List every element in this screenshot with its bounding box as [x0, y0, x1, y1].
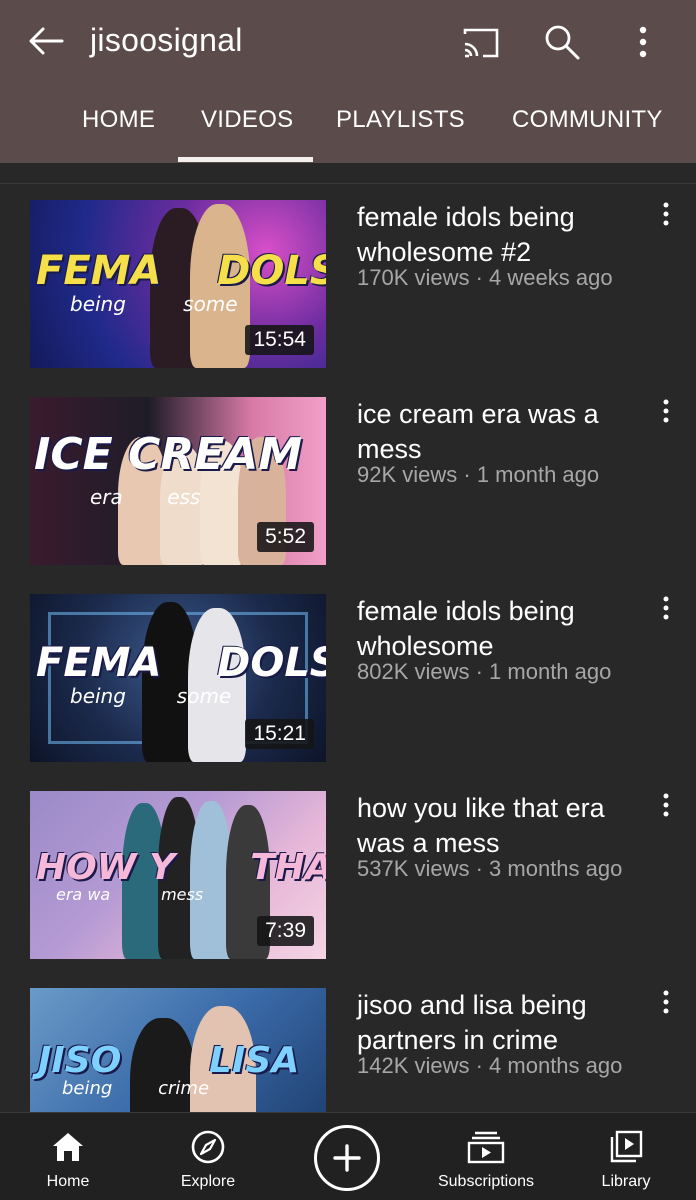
- thumbnail-subcaption: era ess: [90, 485, 201, 509]
- video-more-button[interactable]: [652, 793, 680, 829]
- more-vert-icon: [639, 26, 647, 58]
- search-button[interactable]: [537, 18, 587, 66]
- video-item[interactable]: JISO LISA being crime jisoo and lisa bei…: [0, 988, 696, 1112]
- nav-label: Subscriptions: [437, 1173, 535, 1190]
- video-title[interactable]: female idols being wholesome: [357, 594, 642, 664]
- home-icon: [53, 1133, 83, 1161]
- video-title[interactable]: female idols being wholesome #2: [357, 200, 642, 270]
- tab-home[interactable]: HOME: [82, 106, 155, 134]
- video-title[interactable]: jisoo and lisa being partners in crime: [357, 988, 642, 1058]
- video-item[interactable]: ICE CREAM era ess 5:52 ice cream era was…: [0, 397, 696, 577]
- search-icon: [545, 25, 580, 60]
- thumbnail-caption: JISO LISA: [38, 1040, 300, 1081]
- cast-button[interactable]: [456, 20, 506, 66]
- video-meta: 170K views · 4 weeks ago: [357, 265, 613, 290]
- nav-label: Explore: [180, 1173, 236, 1190]
- video-title[interactable]: ice cream era was a mess: [357, 397, 642, 467]
- video-item[interactable]: HOW Y THAT era wa mess 7:39 how you like…: [0, 791, 696, 971]
- more-vert-icon: [663, 990, 669, 1014]
- video-duration: 7:39: [257, 916, 314, 946]
- back-button[interactable]: [18, 18, 74, 64]
- tab-community[interactable]: COMMUNITY: [512, 106, 663, 134]
- video-thumbnail[interactable]: ICE CREAM era ess 5:52: [30, 397, 326, 565]
- create-plus-icon: [333, 1144, 361, 1172]
- tab-videos[interactable]: VIDEOS: [201, 106, 294, 134]
- channel-tabs: HOME VIDEOS PLAYLISTS COMMUNITY: [0, 94, 696, 163]
- thumbnail-caption: ICE CREAM: [34, 429, 303, 480]
- nav-subscriptions[interactable]: Subscriptions: [430, 1113, 542, 1200]
- video-item[interactable]: FEMA DOLS being some 15:21 female idols …: [0, 594, 696, 774]
- video-more-button[interactable]: [652, 399, 680, 435]
- library-icon: [610, 1130, 643, 1163]
- video-more-button[interactable]: [652, 596, 680, 632]
- video-duration: 5:52: [257, 522, 314, 552]
- more-vert-icon: [663, 399, 669, 423]
- back-arrow-icon: [29, 27, 64, 55]
- nav-label: Home: [46, 1173, 90, 1190]
- compass-icon: [191, 1130, 225, 1164]
- video-title[interactable]: how you like that era was a mess: [357, 791, 642, 861]
- thumbnail-subcaption: being some: [70, 292, 238, 316]
- nav-label: Library: [601, 1173, 651, 1190]
- thumbnail-caption: HOW Y THAT: [36, 847, 326, 888]
- video-thumbnail[interactable]: JISO LISA being crime: [30, 988, 326, 1112]
- video-meta: 92K views · 1 month ago: [357, 462, 600, 487]
- create-button[interactable]: [314, 1125, 380, 1191]
- channel-title: jisoosignal: [90, 22, 243, 58]
- subscriptions-icon: [467, 1131, 505, 1164]
- more-vert-icon: [663, 793, 669, 817]
- channel-header: jisoosignal HOME VIDEOS PLAYLISTS COMMUN…: [0, 0, 696, 163]
- video-more-button[interactable]: [652, 990, 680, 1026]
- video-thumbnail[interactable]: HOW Y THAT era wa mess 7:39: [30, 791, 326, 959]
- video-item[interactable]: FEMA DOLS being some 15:54 female idols …: [0, 200, 696, 380]
- video-duration: 15:54: [245, 325, 314, 355]
- more-vert-icon: [663, 202, 669, 226]
- video-meta: 142K views · 4 months ago: [357, 1053, 623, 1078]
- video-more-button[interactable]: [652, 202, 680, 238]
- tab-playlists[interactable]: PLAYLISTS: [336, 106, 465, 134]
- thumbnail-caption: FEMA DOLS: [36, 640, 326, 686]
- nav-home[interactable]: Home: [28, 1113, 108, 1200]
- thumbnail-caption: FEMA DOLS: [36, 248, 326, 294]
- video-duration: 15:21: [245, 719, 314, 749]
- selected-tab-indicator: [178, 157, 313, 162]
- top-app-bar: jisoosignal: [0, 0, 696, 84]
- video-meta: 537K views · 3 months ago: [357, 856, 623, 881]
- nav-explore[interactable]: Explore: [168, 1113, 248, 1200]
- more-options-button[interactable]: [620, 18, 666, 66]
- divider: [0, 183, 696, 184]
- thumbnail-subcaption: being some: [70, 684, 232, 708]
- more-vert-icon: [663, 596, 669, 620]
- video-thumbnail[interactable]: FEMA DOLS being some 15:54: [30, 200, 326, 368]
- video-thumbnail[interactable]: FEMA DOLS being some 15:21: [30, 594, 326, 762]
- thumbnail-subcaption: being crime: [62, 1078, 210, 1099]
- cast-icon: [463, 28, 499, 58]
- nav-library[interactable]: Library: [586, 1113, 666, 1200]
- thumbnail-subcaption: era wa mess: [56, 885, 204, 904]
- video-meta: 802K views · 1 month ago: [357, 659, 612, 684]
- bottom-navigation: Home Explore Subscriptions Library: [0, 1112, 696, 1200]
